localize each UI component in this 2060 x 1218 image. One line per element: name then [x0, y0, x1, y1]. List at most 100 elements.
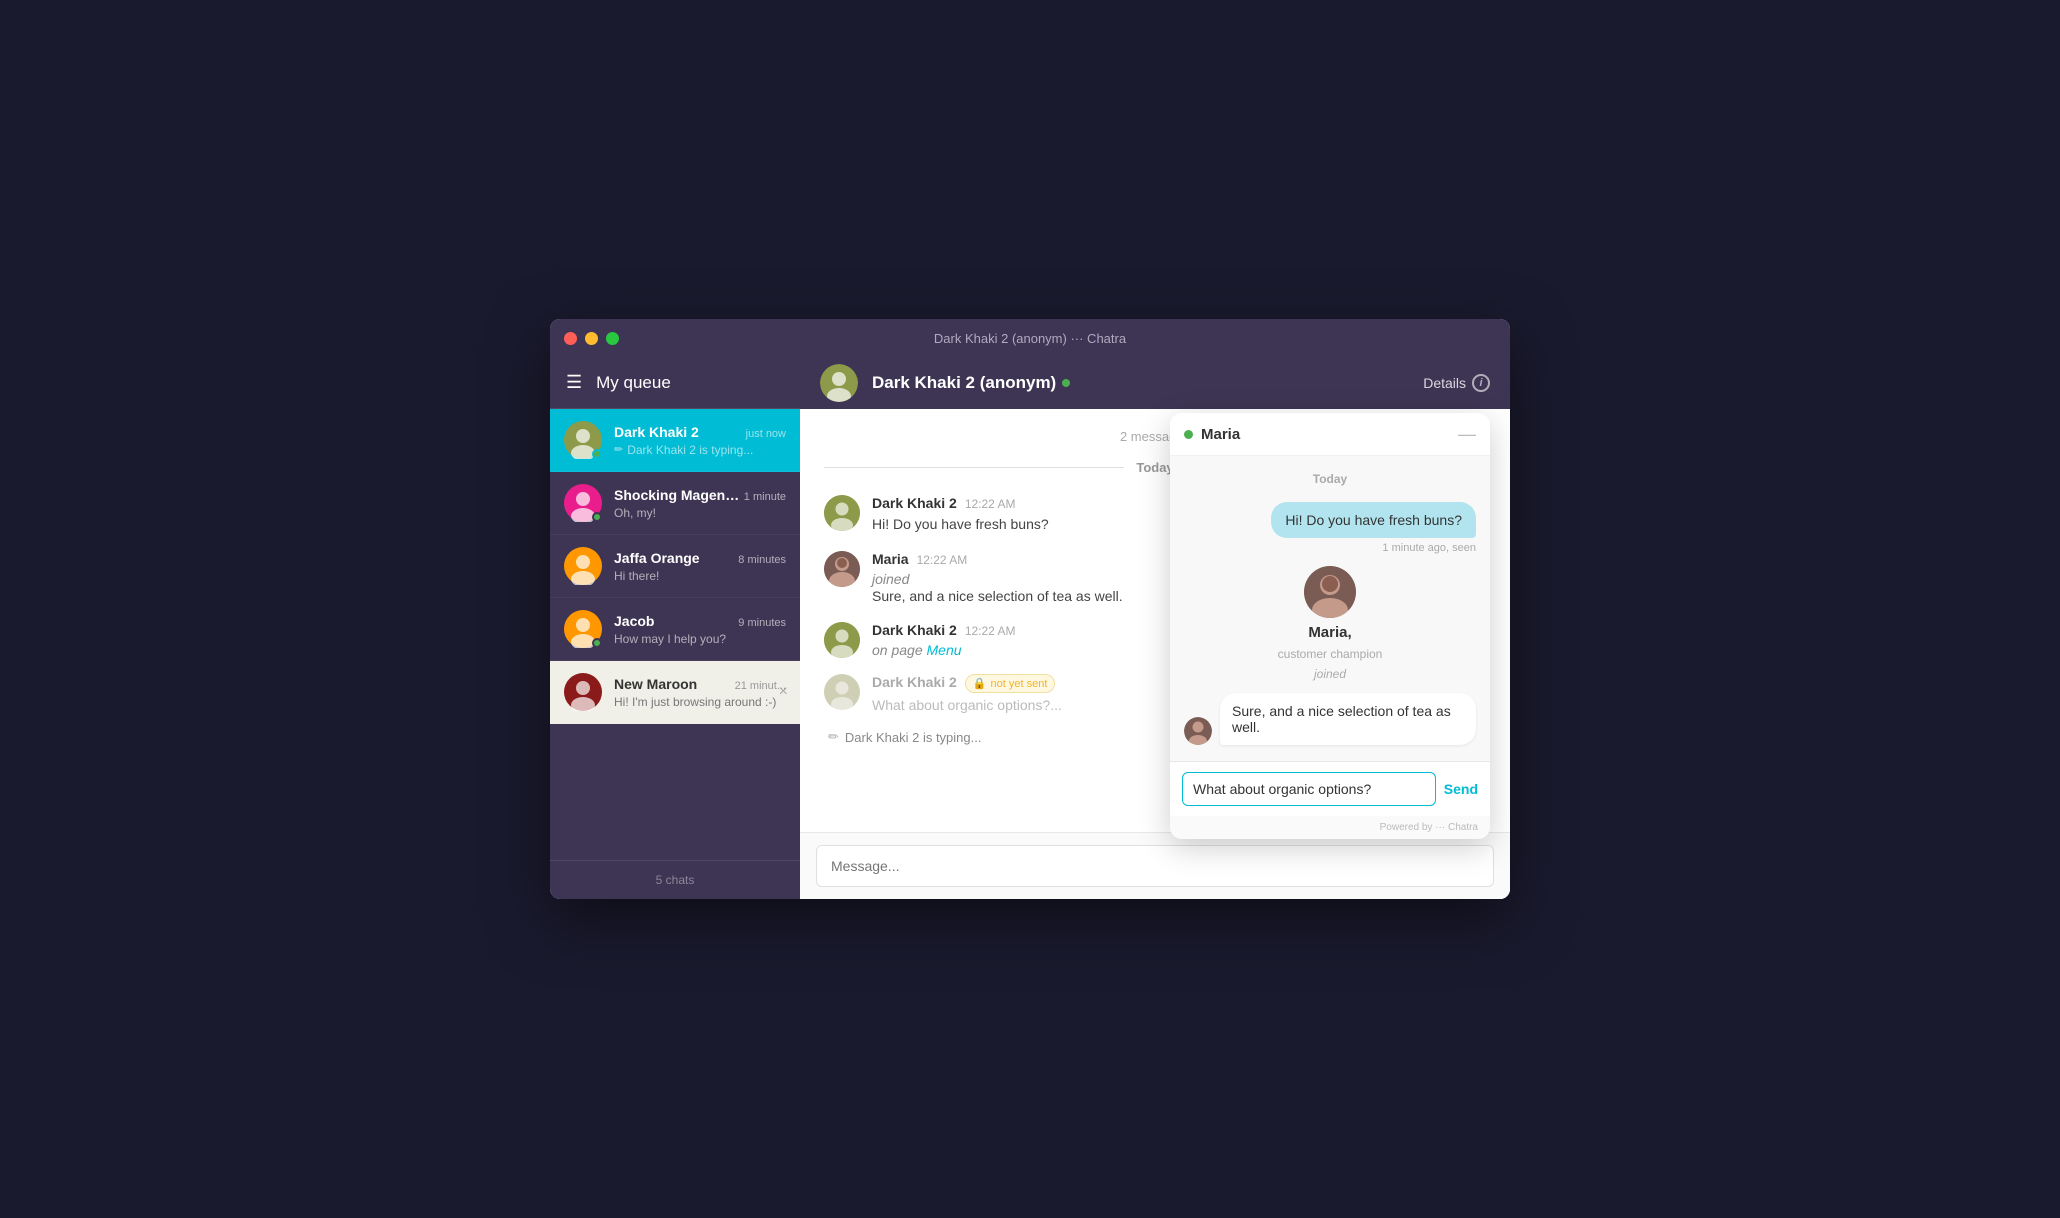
message-input-area: [800, 832, 1510, 899]
chat-info-jaffa-orange: Jaffa Orange 8 minutes Hi there!: [614, 550, 786, 583]
widget-send-button[interactable]: Send: [1444, 781, 1478, 797]
chat-header: Dark Khaki 2 (anonym) Details i: [800, 357, 1510, 409]
chat-item-dark-khaki-2[interactable]: Dark Khaki 2 just now ✏ Dark Khaki 2 is …: [550, 409, 800, 472]
widget-response-avatar: [1184, 717, 1212, 745]
delete-chat-button[interactable]: ×: [779, 683, 788, 701]
msg-avatar-maria: [824, 551, 860, 587]
chat-info-jacob: Jacob 9 minutes How may I help you?: [614, 613, 786, 646]
chat-info-dark-khaki-2: Dark Khaki 2 just now ✏ Dark Khaki 2 is …: [614, 424, 786, 457]
widget-online-dot: [1184, 430, 1193, 439]
widget-response-row: Sure, and a nice selection of tea as wel…: [1184, 693, 1476, 745]
chat-list: Dark Khaki 2 just now ✏ Dark Khaki 2 is …: [550, 409, 800, 860]
online-status: [592, 449, 602, 459]
chat-item-new-maroon[interactable]: New Maroon 21 minut... Hi! I'm just brow…: [550, 661, 800, 724]
maximize-button[interactable]: [606, 332, 619, 345]
msg-avatar-user2: [824, 622, 860, 658]
msg-page: on page Menu: [872, 642, 1016, 658]
chat-name: New Maroon: [614, 676, 697, 692]
info-icon: i: [1472, 374, 1490, 392]
avatar-dark-khaki-2: [564, 421, 602, 459]
widget-bubble-left: Sure, and a nice selection of tea as wel…: [1220, 693, 1476, 745]
sidebar: ☰ My queue Dar: [550, 357, 800, 899]
chat-name: Dark Khaki 2: [614, 424, 699, 440]
widget-input[interactable]: [1182, 772, 1436, 806]
close-button[interactable]: [564, 332, 577, 345]
chat-time: 9 minutes: [738, 617, 786, 629]
header-avatar: [820, 364, 858, 402]
msg-sender: Maria: [872, 551, 909, 567]
sidebar-header: ☰ My queue: [550, 357, 800, 409]
msg-sender: Dark Khaki 2: [872, 674, 957, 690]
widget-agent-name: Maria: [1201, 426, 1240, 443]
msg-joined: joined: [872, 571, 1123, 587]
chat-time: 8 minutes: [738, 554, 786, 566]
avatar-new-maroon: [564, 673, 602, 711]
chat-name-row: Dark Khaki 2 just now: [614, 424, 786, 440]
menu-icon[interactable]: ☰: [566, 372, 582, 393]
widget-footer: Powered by ··· Chatra: [1170, 816, 1490, 839]
online-status: [592, 512, 602, 522]
avatar-jaffa-orange: [564, 547, 602, 585]
chat-name: Jacob: [614, 613, 654, 629]
widget-agent-label: Maria,: [1308, 624, 1351, 641]
message-content: Dark Khaki 2 12:22 AM Hi! Do you have fr…: [872, 495, 1049, 535]
widget-agent-role: customer champion: [1278, 647, 1383, 661]
chat-preview: Hi there!: [614, 569, 786, 583]
chats-count: 5 chats: [656, 873, 695, 887]
not-sent-badge: 🔒 not yet sent: [965, 674, 1056, 693]
msg-time: 12:22 AM: [965, 624, 1016, 638]
chat-item-shocking-magenta-4[interactable]: Shocking Magenta 4 1 minute Oh, my!: [550, 472, 800, 535]
chat-time: just now: [746, 428, 786, 440]
pencil-icon: ✏: [828, 729, 839, 745]
widget-messages: Today Hi! Do you have fresh buns? 1 minu…: [1170, 456, 1490, 761]
msg-time: 12:22 AM: [917, 553, 968, 567]
widget-agent-info: Maria: [1184, 426, 1240, 443]
window-title: Dark Khaki 2 (anonym) ··· Chatra: [934, 331, 1126, 346]
chat-widget: Maria — Today Hi! Do you have fresh buns…: [1170, 413, 1490, 839]
chat-info-new-maroon: New Maroon 21 minut... Hi! I'm just brow…: [614, 676, 786, 709]
pencil-icon: ✏: [614, 443, 623, 456]
chat-preview: Hi! I'm just browsing around :-): [614, 695, 786, 709]
online-status: [592, 638, 602, 648]
message-content-maria: Maria 12:22 AM joined Sure, and a nice s…: [872, 551, 1123, 607]
chat-item-jacob[interactable]: Jacob 9 minutes How may I help you?: [550, 598, 800, 661]
chat-preview: ✏ Dark Khaki 2 is typing...: [614, 443, 786, 457]
message-input[interactable]: [816, 845, 1494, 887]
msg-avatar-user: [824, 495, 860, 531]
app-window: Dark Khaki 2 (anonym) ··· Chatra ☰ My qu…: [550, 319, 1510, 899]
widget-close-button[interactable]: —: [1458, 425, 1476, 443]
widget-bubble-right: Hi! Do you have fresh buns?: [1271, 502, 1476, 538]
msg-sender: Dark Khaki 2: [872, 622, 957, 638]
minimize-button[interactable]: [585, 332, 598, 345]
widget-agent-section: Maria, customer champion joined: [1184, 566, 1476, 681]
widget-header: Maria —: [1170, 413, 1490, 456]
widget-agent-joined: joined: [1314, 667, 1346, 681]
typing-text: Dark Khaki 2 is typing...: [845, 730, 982, 745]
avatar-shocking-magenta-4: [564, 484, 602, 522]
online-indicator: [1062, 379, 1070, 387]
widget-agent-avatar: [1304, 566, 1356, 618]
chat-time: 1 minute: [744, 491, 786, 503]
chat-info-shocking-magenta-4: Shocking Magenta 4 1 minute Oh, my!: [614, 487, 786, 520]
chat-preview: Oh, my!: [614, 506, 786, 520]
window-controls: [564, 332, 619, 345]
widget-user-message: Hi! Do you have fresh buns? 1 minute ago…: [1184, 502, 1476, 554]
page-link[interactable]: Menu: [927, 642, 962, 658]
header-name: Dark Khaki 2 (anonym): [872, 373, 1409, 393]
message-content-unsent: Dark Khaki 2 🔒 not yet sent What about o…: [872, 674, 1062, 713]
chat-name: Jaffa Orange: [614, 550, 700, 566]
msg-text: Hi! Do you have fresh buns?: [872, 515, 1049, 535]
message-content-page: Dark Khaki 2 12:22 AM on page Menu: [872, 622, 1016, 658]
msg-avatar-user3: [824, 674, 860, 710]
title-bar: Dark Khaki 2 (anonym) ··· Chatra: [550, 319, 1510, 357]
chat-name: Shocking Magenta 4: [614, 487, 744, 503]
details-button[interactable]: Details i: [1423, 374, 1490, 392]
msg-time: 12:22 AM: [965, 497, 1016, 511]
chat-item-jaffa-orange[interactable]: Jaffa Orange 8 minutes Hi there!: [550, 535, 800, 598]
widget-bubble-meta: 1 minute ago, seen: [1382, 542, 1476, 554]
chat-preview: How may I help you?: [614, 632, 786, 646]
msg-text: What about organic options?...: [872, 697, 1062, 713]
widget-date: Today: [1184, 472, 1476, 486]
sidebar-footer: 5 chats: [550, 860, 800, 899]
sidebar-title: My queue: [596, 373, 671, 393]
